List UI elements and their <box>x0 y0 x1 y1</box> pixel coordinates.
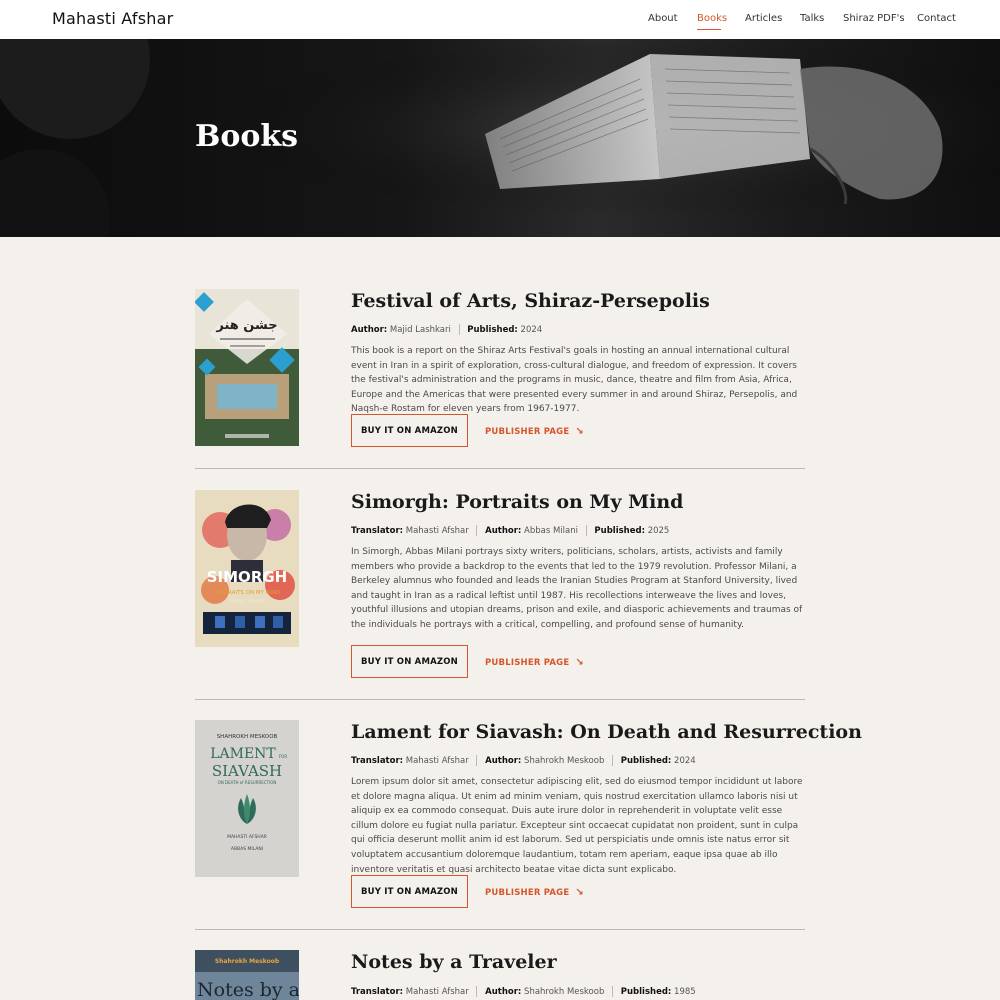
main-nav: About Books Articles Talks Shiraz PDF's … <box>0 13 1000 27</box>
author-name: Shahrokh Meskoob <box>524 987 605 997</box>
nav-about[interactable]: About <box>648 13 678 24</box>
hero-book-photo <box>0 39 1000 237</box>
publisher-page-label: PUBLISHER PAGE <box>485 658 570 668</box>
published-label: Published: <box>594 526 645 536</box>
book-title[interactable]: Simorgh: Portraits on My Mind <box>351 491 683 513</box>
author-name: Abbas Milani <box>524 526 579 536</box>
translator-name: Mahasti Afshar <box>405 526 469 536</box>
cover-translator-text: MAHASTI AFSHAR <box>227 834 267 840</box>
book-meta: Author: Majid Lashkari Published: 2024 <box>351 324 542 335</box>
nav-books[interactable]: Books <box>697 13 727 24</box>
book-title[interactable]: Notes by a Traveler <box>351 951 557 973</box>
translator-name: Mahasti Afshar <box>405 756 469 766</box>
publisher-page-link[interactable]: PUBLISHER PAGE ↘ <box>485 887 584 898</box>
divider <box>195 468 805 469</box>
translator-name: Mahasti Afshar <box>405 987 469 997</box>
published-year: 2025 <box>647 526 670 536</box>
svg-text:جشن هنر: جشن هنر <box>215 318 277 333</box>
book-cover-image[interactable]: Shahrokh Meskoob Notes by a <box>195 950 299 1000</box>
book-title[interactable]: Festival of Arts, Shiraz-Persepolis <box>351 290 710 312</box>
published-label: Published: <box>620 756 672 766</box>
author-label: Author: <box>485 756 522 766</box>
nav-active-indicator <box>697 29 721 30</box>
nav-shiraz-pdfs[interactable]: Shiraz PDF's <box>843 13 905 24</box>
book-cover-image[interactable]: جشن هنر <box>195 289 299 446</box>
published-label: Published: <box>467 325 518 335</box>
cover-for-text: FOR <box>279 754 287 759</box>
site-header: Mahasti Afshar About Books Articles Talk… <box>0 0 1000 39</box>
cover-author-text: Shahrokh Meskoob <box>215 958 280 965</box>
buy-on-amazon-button[interactable]: BUY IT ON AMAZON <box>351 414 468 447</box>
publisher-page-label: PUBLISHER PAGE <box>485 888 570 898</box>
published-year: 2024 <box>520 325 543 335</box>
cover-title-line1: LAMENT <box>210 746 276 762</box>
cover-subtitle-text: ON DEATH of RESURRECTION <box>218 780 277 785</box>
nav-contact[interactable]: Contact <box>917 13 956 24</box>
author-name: Majid Lashkari <box>389 325 451 335</box>
page-title: Books <box>195 119 299 154</box>
cover-foreword-text: ABBAS MILANI <box>231 846 263 852</box>
book-description: This book is a report on the Shiraz Arts… <box>351 346 798 415</box>
buy-on-amazon-button[interactable]: BUY IT ON AMAZON <box>351 875 468 908</box>
book-meta: Translator: Mahasti Afshar Author: Shahr… <box>351 755 696 766</box>
book-title[interactable]: Lament for Siavash: On Death and Resurre… <box>351 721 862 743</box>
cover-author-text: ABBAS MILANI <box>229 599 265 605</box>
book-description: In Simorgh, Abbas Milani portrays sixty … <box>351 547 803 630</box>
arrow-down-right-icon: ↘ <box>575 887 584 898</box>
nav-talks[interactable]: Talks <box>800 13 824 24</box>
author-label: Author: <box>351 325 388 335</box>
book-entry: SIMORGH PORTRAITS ON MY MIND ABBAS MILAN… <box>195 490 805 700</box>
divider <box>195 929 805 930</box>
book-entry: Shahrokh Meskoob Notes by a Notes by a T… <box>195 950 805 1000</box>
published-year: 1985 <box>674 987 696 997</box>
book-cover-image[interactable]: SHAHROKH MESKOOB LAMENT FOR SIAVASH ON D… <box>195 720 299 877</box>
author-label: Author: <box>485 526 522 536</box>
book-meta: Translator: Mahasti Afshar Author: Shahr… <box>351 986 696 997</box>
translator-label: Translator: <box>351 526 404 536</box>
arrow-down-right-icon: ↘ <box>575 426 584 437</box>
arrow-down-right-icon: ↘ <box>575 657 584 668</box>
cover-title-text: SIMORGH <box>207 568 287 586</box>
book-description: Lorem ipsum dolor sit amet, consectetur … <box>351 777 803 875</box>
book-meta: Translator: Mahasti Afshar Author: Abbas… <box>351 525 669 536</box>
cover-title-text: Notes by a <box>197 979 299 1000</box>
translator-label: Translator: <box>351 756 404 766</box>
hero-banner: Books <box>0 39 1000 237</box>
author-label: Author: <box>485 987 522 997</box>
divider <box>195 699 805 700</box>
buy-on-amazon-button[interactable]: BUY IT ON AMAZON <box>351 645 468 678</box>
publisher-page-link[interactable]: PUBLISHER PAGE ↘ <box>485 657 584 668</box>
cover-title-line2: SIAVASH <box>212 762 282 780</box>
book-entry: جشن هنر Festival of Arts, Shiraz-Persepo… <box>195 289 805 469</box>
cover-author-text: SHAHROKH MESKOOB <box>217 734 278 740</box>
book-cover-image[interactable]: SIMORGH PORTRAITS ON MY MIND ABBAS MILAN… <box>195 490 299 647</box>
nav-articles[interactable]: Articles <box>745 13 782 24</box>
book-entry: SHAHROKH MESKOOB LAMENT FOR SIAVASH ON D… <box>195 720 862 930</box>
translator-label: Translator: <box>351 987 404 997</box>
author-name: Shahrokh Meskoob <box>524 756 605 766</box>
publisher-page-link[interactable]: PUBLISHER PAGE ↘ <box>485 426 584 437</box>
published-label: Published: <box>620 987 672 997</box>
published-year: 2024 <box>674 756 696 766</box>
publisher-page-label: PUBLISHER PAGE <box>485 427 570 437</box>
cover-subtitle-text: PORTRAITS ON MY MIND <box>214 590 281 596</box>
